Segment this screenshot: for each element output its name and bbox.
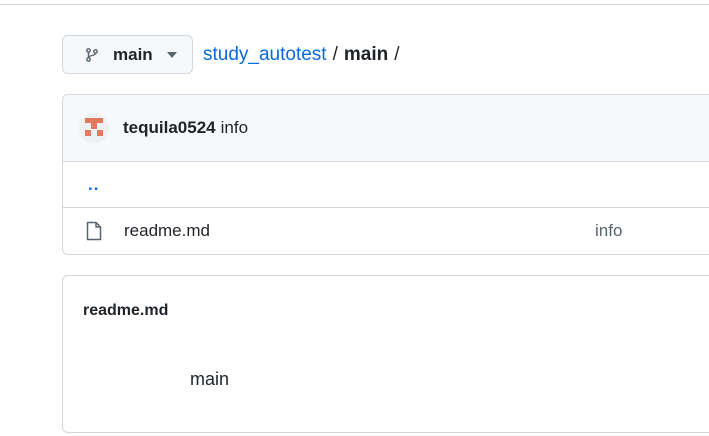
git-branch-icon: [84, 47, 100, 63]
commit-message-link[interactable]: info: [221, 118, 248, 138]
file-list-box: tequila0524 info .. readme.md info: [62, 94, 709, 255]
commit-author-link[interactable]: tequila0524: [123, 118, 216, 138]
breadcrumb-current-path: main: [343, 44, 389, 65]
triangle-down-icon: [166, 51, 177, 58]
parent-directory-link[interactable]: ..: [88, 175, 99, 195]
file-commit-message-link[interactable]: info: [595, 221, 622, 241]
parent-directory-row[interactable]: ..: [63, 162, 709, 208]
table-row: readme.md info: [63, 208, 709, 254]
readme-content: main: [190, 369, 230, 389]
breadcrumb-separator: /: [332, 44, 338, 65]
readme-title: readme.md: [83, 302, 169, 319]
breadcrumb-repo-link[interactable]: study_autotest: [203, 44, 327, 66]
file-name-link[interactable]: readme.md: [124, 221, 210, 241]
branch-selector-button[interactable]: main: [62, 35, 193, 74]
latest-commit-row: tequila0524 info: [63, 95, 709, 162]
breadcrumb: study_autotest / main /: [203, 44, 406, 66]
top-divider: [0, 0, 709, 5]
readme-box: readme.md main: [62, 275, 709, 433]
avatar[interactable]: [79, 113, 109, 143]
breadcrumb-trailing-separator: /: [394, 44, 400, 65]
file-icon: [85, 221, 103, 241]
branch-name: main: [113, 44, 153, 64]
